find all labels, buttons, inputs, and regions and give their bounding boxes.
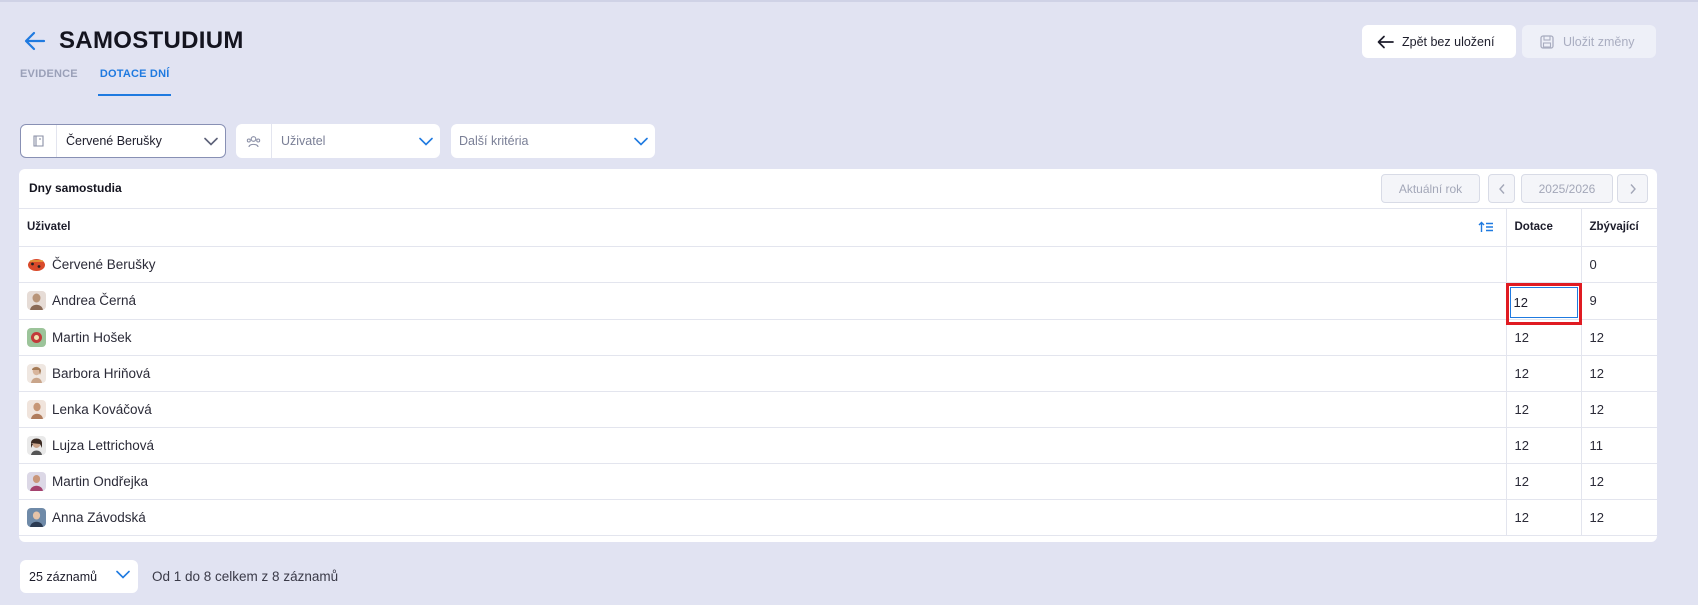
more-criteria-dropdown[interactable]: Další kritéria [451,124,655,158]
study-days-card: Dny samostudia Aktuální rok 2025/2026 Už… [19,169,1657,542]
user-name: Martin Ondřejka [52,473,149,489]
page-size-value: 25 záznamů [29,569,98,584]
user-filter-placeholder: Uživatel [281,134,326,148]
user-name: Lenka Kováčová [52,401,152,417]
chevron-down-icon [204,137,218,146]
table-row[interactable]: Anna Závodská 12 12 [19,499,1657,536]
user-filter-dropdown[interactable]: Uživatel [236,124,440,158]
card-title: Dny samostudia [29,181,122,195]
group-avatar [27,254,46,274]
school-year-display[interactable]: 2025/2026 [1521,174,1613,203]
page-size-select[interactable]: 25 záznamů [20,560,138,593]
save-icon [1540,34,1554,49]
group-filter-dropdown[interactable]: Červené Berušky [20,124,226,158]
column-header-dotace[interactable]: Dotace [1505,209,1581,247]
zbyvajici-value: 11 [1589,437,1604,453]
table-row[interactable]: Andrea Černá 9 [19,282,1657,325]
user-name: Andrea Černá [52,293,137,308]
table-row[interactable]: Lenka Kováčová 12 12 [19,391,1657,428]
column-header-zbyvajici[interactable]: Zbývající [1580,209,1657,247]
page-title: SAMOSTUDIUM [59,27,244,54]
user-avatar [27,363,46,383]
previous-year-button[interactable] [1488,174,1515,203]
dotace-value[interactable]: 12 [1515,510,1529,525]
tab-dotace-dni[interactable]: DOTACE DNÍ [97,64,172,96]
table-row[interactable]: Barbora Hriňová 12 12 [19,355,1657,392]
chevron-right-icon [1629,183,1636,194]
table-row[interactable]: Martin Hošek 12 12 [19,319,1657,356]
save-changes-button[interactable]: Uložit změny [1522,25,1656,58]
zbyvajici-value: 12 [1589,401,1604,417]
back-arrow-icon[interactable] [22,28,48,54]
study-days-table: Uživatel Dotace Zbývající Červené Berušk… [19,209,1657,536]
save-changes-label: Uložit změny [1563,34,1635,49]
dotace-value[interactable]: 12 [1515,438,1529,453]
table-row[interactable]: Červené Berušky 0 [19,246,1657,283]
next-year-button[interactable] [1617,174,1648,203]
group-filter-value: Červené Berušky [66,134,162,148]
user-avatar [27,507,46,527]
top-divider [0,0,1698,2]
more-criteria-placeholder: Další kritéria [459,134,529,148]
dotace-value[interactable]: 12 [1515,366,1529,381]
sort-ascending-icon[interactable] [1478,221,1494,233]
tab-evidence[interactable]: EVIDENCE [20,64,78,96]
arrow-left-icon [1377,35,1394,48]
user-avatar [27,399,46,419]
back-without-save-button[interactable]: Zpět bez uložení [1362,25,1516,58]
user-avatar [27,327,46,347]
user-name: Martin Hošek [52,329,132,345]
user-name: Anna Závodská [52,509,146,525]
table-row[interactable]: Martin Ondřejka 12 12 [19,463,1657,500]
chevron-down-icon [116,570,130,579]
user-avatar [27,471,46,491]
user-name: Červené Berušky [52,256,156,272]
user-name: Lujza Lettrichová [52,437,155,453]
table-row[interactable]: Lujza Lettrichová 12 11 [19,427,1657,464]
dotace-value[interactable]: 12 [1515,330,1529,345]
classroom-icon [32,135,44,147]
users-icon [246,135,261,147]
user-avatar [27,291,46,310]
chevron-down-icon [419,137,433,146]
back-without-save-label: Zpět bez uložení [1402,34,1495,49]
zbyvajici-value: 12 [1589,329,1604,345]
zbyvajici-value: 12 [1589,509,1604,525]
dotace-value[interactable]: 12 [1515,474,1529,489]
current-year-button[interactable]: Aktuální rok [1381,174,1480,203]
zbyvajici-value: 12 [1589,473,1604,489]
tab-bar: EVIDENCE DOTACE DNÍ [20,64,172,96]
column-header-user[interactable]: Uživatel [19,209,1506,247]
zbyvajici-value: 9 [1589,293,1597,308]
chevron-left-icon [1498,183,1505,194]
user-avatar [27,435,46,455]
dotace-edit-input[interactable] [1509,286,1578,318]
zbyvajici-value: 12 [1589,365,1604,381]
records-info: Od 1 do 8 celkem z 8 záznamů [152,569,339,584]
user-name: Barbora Hriňová [52,365,151,381]
dotace-value[interactable]: 12 [1515,402,1529,417]
chevron-down-icon [634,137,648,146]
zbyvajici-value: 0 [1589,256,1597,272]
